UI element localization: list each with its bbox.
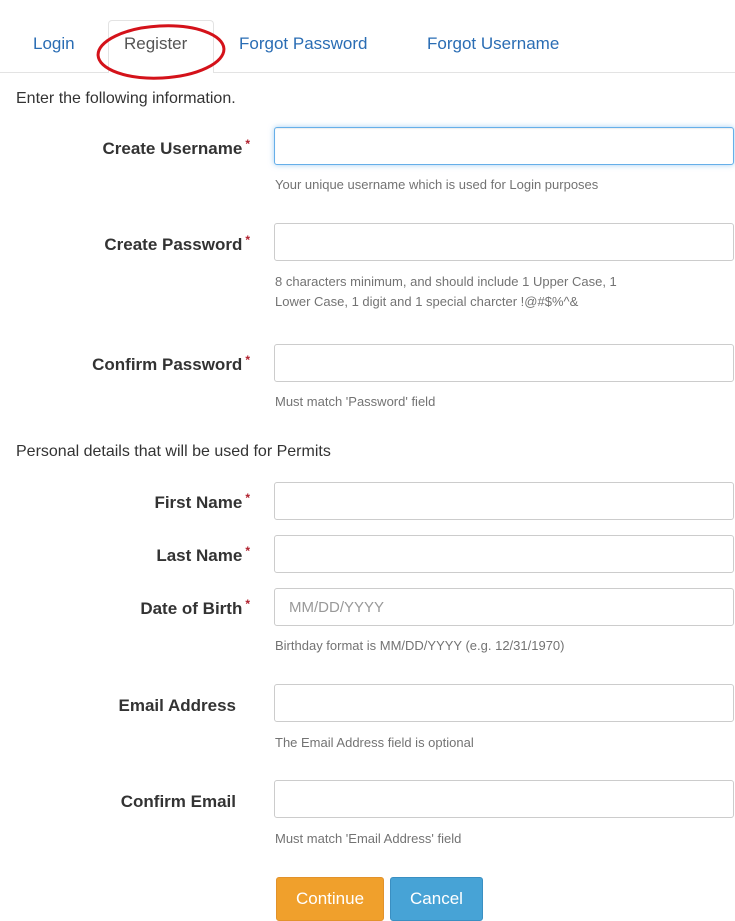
username-label: Create Username * [102,137,250,158]
personal-section-title: Personal details that will be used for P… [16,443,331,460]
account-section-title: Enter the following information. [16,90,236,107]
required-marker: * [245,491,250,505]
tab-forgot-password[interactable]: Forgot Password [239,34,368,54]
password-help: 8 characters minimum, and should include… [275,272,715,312]
last-name-input[interactable] [274,535,734,573]
last-name-label: Last Name * [156,544,250,565]
email-input[interactable] [274,684,734,722]
password-help-line: Lower Case, 1 digit and 1 special charct… [275,294,579,309]
dob-input[interactable] [274,588,734,626]
required-marker: * [245,544,250,558]
first-name-input[interactable] [274,482,734,520]
tab-forgot-username[interactable]: Forgot Username [427,34,559,54]
confirm-email-label: Confirm Email [120,792,236,811]
email-label: Email Address [118,696,236,715]
confirm-email-input[interactable] [274,780,734,818]
required-marker: * [245,233,250,247]
cancel-button[interactable]: Cancel [390,877,483,921]
required-marker: * [245,353,250,367]
password-help-line: 8 characters minimum, and should include… [275,274,617,289]
dob-help: Birthday format is MM/DD/YYYY (e.g. 12/3… [275,638,565,653]
tab-login[interactable]: Login [33,34,75,54]
tab-register[interactable]: Register [124,34,187,54]
password-label: Create Password * [104,233,250,254]
continue-button[interactable]: Continue [276,877,384,921]
confirm-password-label: Confirm Password * [92,353,250,374]
confirm-password-input[interactable] [274,344,734,382]
password-input[interactable] [274,223,734,261]
required-marker: * [245,597,250,611]
auth-tabs: Login Register Forgot Password Forgot Us… [0,0,735,73]
username-input[interactable] [274,127,734,165]
first-name-label: First Name * [154,491,250,512]
email-help: The Email Address field is optional [275,735,474,750]
confirm-password-help: Must match 'Password' field [275,394,436,409]
confirm-email-help: Must match 'Email Address' field [275,831,462,846]
username-help: Your unique username which is used for L… [275,177,599,192]
required-marker: * [245,137,250,151]
dob-label: Date of Birth * [140,597,250,618]
